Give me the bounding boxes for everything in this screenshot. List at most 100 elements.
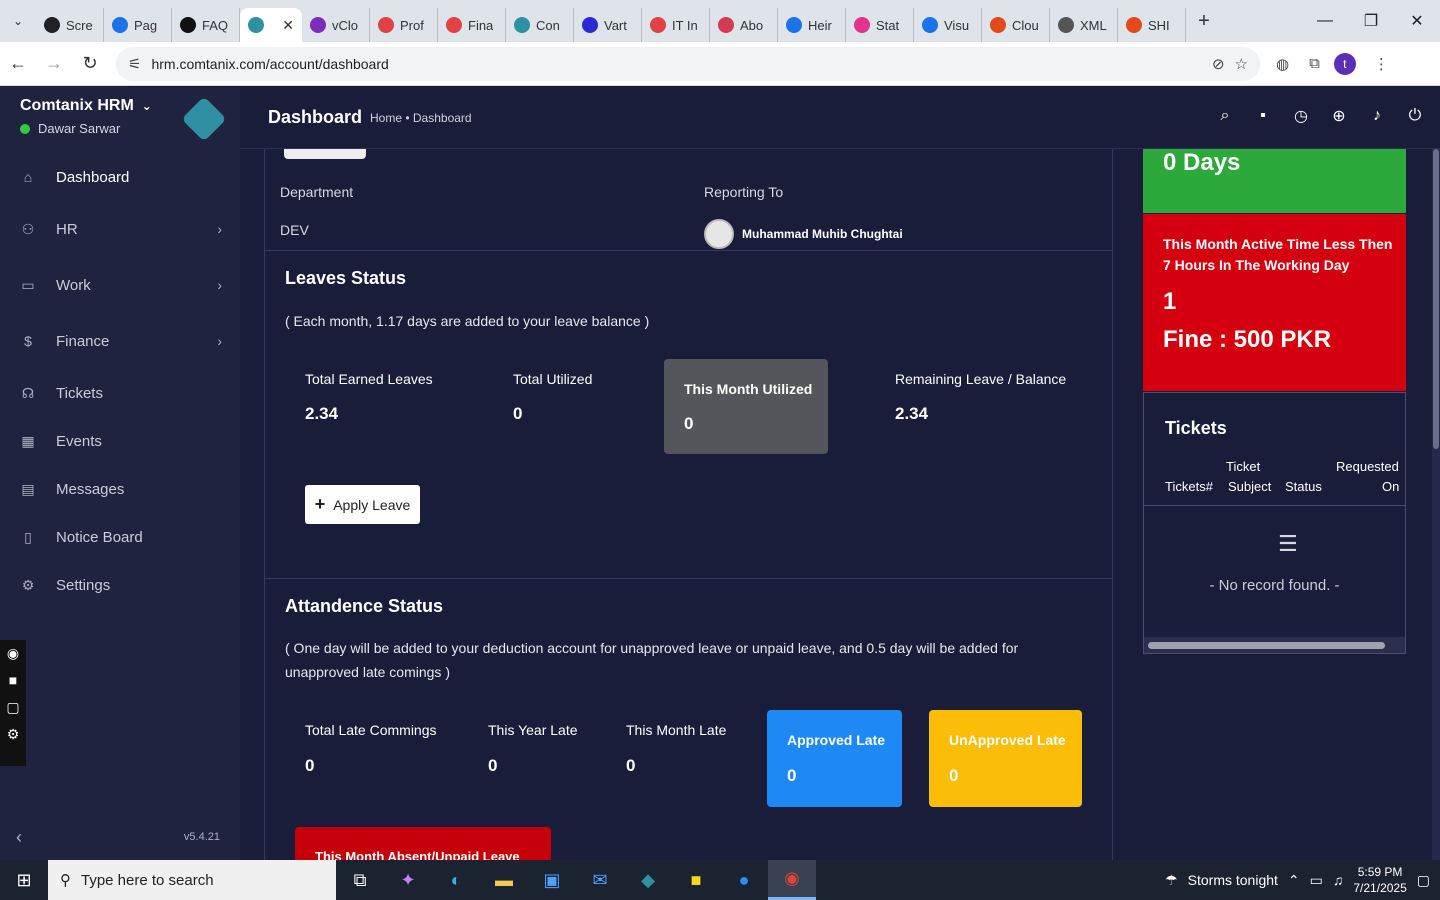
mail-icon[interactable]: ✉ <box>576 860 624 900</box>
sticky-notes-icon[interactable]: ■ <box>672 860 720 900</box>
windows-start-icon[interactable]: ⊞ <box>0 860 48 900</box>
browser-tab[interactable]: Prof <box>370 8 438 42</box>
tab-search-chevron-icon[interactable]: ⌄ <box>0 0 36 42</box>
new-tab-button[interactable]: + <box>1186 10 1222 33</box>
browser-tab[interactable]: Visu <box>914 8 982 42</box>
tab-favicon-icon <box>1126 17 1142 33</box>
restore-icon[interactable]: ❐ <box>1348 0 1394 42</box>
store-icon[interactable]: ▣ <box>528 860 576 900</box>
notes-icon[interactable]: ▪ <box>1254 107 1272 125</box>
apply-leave-button[interactable]: + Apply Leave <box>305 485 420 524</box>
sidebar-item-notice-board[interactable]: ▯ Notice Board <box>0 513 240 561</box>
chrome-icon[interactable]: ◉ <box>768 860 816 900</box>
browser-tab[interactable]: Abo <box>710 8 778 42</box>
collapse-sidebar-icon[interactable]: ‹ <box>16 827 22 848</box>
browser-tab[interactable]: FAQ <box>172 8 240 42</box>
close-window-icon[interactable]: ✕ <box>1394 0 1440 42</box>
tray-overflow-icon[interactable]: ⌃ <box>1288 872 1300 889</box>
browser-tab[interactable]: vClo <box>302 8 370 42</box>
clock-icon[interactable]: ◷ <box>1292 107 1310 125</box>
browser-tab[interactable]: Fina <box>438 8 506 42</box>
profile-avatar[interactable]: t <box>1333 52 1356 75</box>
omnibox[interactable]: ⚟ hrm.comtanix.com/account/dashboard ⊘ ☆ <box>116 46 1260 81</box>
sidebar-item-hr[interactable]: ⚇ HR › <box>0 201 240 257</box>
tickets-title: Tickets <box>1165 418 1227 438</box>
sidebar-item-dashboard[interactable]: ⌂ Dashboard <box>0 153 240 201</box>
active-time-count: 1 <box>1163 288 1177 315</box>
sidebar-item-finance[interactable]: $ Finance › <box>0 313 240 369</box>
reporting-to-person[interactable]: Muhammad Muhib Chughtai <box>704 219 903 249</box>
copilot-icon[interactable]: ✦ <box>384 860 432 900</box>
power-icon[interactable]: ⏻ <box>1406 107 1424 125</box>
browser-tab[interactable]: Clou <box>982 8 1050 42</box>
browser-tab[interactable]: Vart <box>574 8 642 42</box>
sidebar-item-tickets[interactable]: ☊ Tickets <box>0 369 240 417</box>
tab-favicon-icon <box>990 17 1006 33</box>
search-icon[interactable]: ⌕ <box>1216 107 1234 125</box>
recorder-settings-icon[interactable]: ⚙ <box>7 725 20 743</box>
breadcrumb[interactable]: Home • Dashboard <box>370 111 472 125</box>
browser-tab[interactable]: Stat <box>846 8 914 42</box>
eye-off-icon[interactable]: ⊘ <box>1212 55 1225 73</box>
scrollbar-thumb[interactable] <box>1148 642 1385 649</box>
browser-menu-icon[interactable]: ⋮ <box>1374 55 1389 73</box>
unapproved-late-value: 0 <box>949 766 959 785</box>
reporter-name: Muhammad Muhib Chughtai <box>742 227 903 241</box>
sidebar-item-settings[interactable]: ⚙ Settings <box>0 561 240 609</box>
weather-text[interactable]: Storms tonight <box>1188 872 1278 888</box>
reload-icon[interactable]: ↻ <box>72 53 108 74</box>
browser-tab[interactable]: XML <box>1050 8 1118 42</box>
close-tab-icon[interactable]: ✕ <box>282 17 294 34</box>
page-header: Dashboard Home • Dashboard ⌕ ▪ ◷ ⊕ ♪ ⏻ <box>240 87 1440 149</box>
browser-tab[interactable]: Con <box>506 8 574 42</box>
remaining-leave-label: Remaining Leave / Balance <box>895 371 1067 387</box>
sidebar-item-work[interactable]: ▭ Work › <box>0 257 240 313</box>
browser-tab[interactable]: Scre <box>36 8 104 42</box>
volume-icon[interactable]: ♫ <box>1333 872 1344 888</box>
brand-switcher[interactable]: Comtanix HRM ⌄ <box>20 97 152 115</box>
browser-tab[interactable]: ✕ <box>240 8 302 42</box>
camera-icon[interactable]: ◉ <box>7 644 19 662</box>
total-earned-label: Total Earned Leaves <box>305 371 433 387</box>
sidebar-item-events[interactable]: ▦ Events <box>0 417 240 465</box>
sidebar-item-messages[interactable]: ▤ Messages <box>0 465 240 513</box>
bell-icon[interactable]: ♪ <box>1368 107 1386 125</box>
task-view-icon[interactable]: ⧉ <box>336 860 384 900</box>
fine-amount: Fine : 500 PKR <box>1163 326 1332 353</box>
forward-icon[interactable]: → <box>36 53 72 74</box>
brand-name: Comtanix HRM <box>20 97 134 114</box>
bookmark-star-icon[interactable]: ☆ <box>1235 55 1248 73</box>
section-divider <box>264 250 1113 251</box>
file-explorer-icon[interactable]: ▬ <box>480 860 528 900</box>
network-icon[interactable]: ▭ <box>1310 872 1323 889</box>
tab-favicon-icon <box>180 17 196 33</box>
video-icon[interactable]: ■ <box>9 671 17 689</box>
comtanix-app-icon[interactable]: ◆ <box>624 860 672 900</box>
clock[interactable]: 5:59 PM 7/21/2025 <box>1353 864 1406 896</box>
gear-icon: ⚙ <box>21 576 35 593</box>
add-circle-icon[interactable]: ⊕ <box>1330 107 1348 125</box>
back-icon[interactable]: ← <box>0 53 36 74</box>
extensions-icon[interactable]: ⧉ <box>1309 55 1320 72</box>
translate-icon[interactable]: ◍ <box>1276 55 1289 73</box>
browser-tab[interactable]: Pag <box>104 8 172 42</box>
app-version: v5.4.21 <box>183 831 220 843</box>
site-info-icon[interactable]: ⚟ <box>128 55 141 73</box>
browser-tab[interactable]: SHI <box>1118 8 1186 42</box>
weather-icon[interactable]: ☂ <box>1165 872 1178 889</box>
browser-tab[interactable]: IT In <box>642 8 710 42</box>
url-text[interactable]: hrm.comtanix.com/account/dashboard <box>151 56 1202 72</box>
minimize-icon[interactable]: — <box>1302 0 1348 42</box>
window-icon[interactable]: ▢ <box>6 698 19 716</box>
edge-icon[interactable]: ◐ <box>432 860 480 900</box>
notifications-icon[interactable]: ▢ <box>1417 872 1430 889</box>
page-scrollbar-thumb[interactable] <box>1433 149 1439 449</box>
page-scrollbar[interactable] <box>1432 149 1440 860</box>
zoom-icon[interactable]: ● <box>720 860 768 900</box>
tab-favicon-icon <box>1058 17 1074 33</box>
tickets-horizontal-scrollbar[interactable] <box>1144 637 1405 653</box>
clock-time: 5:59 PM <box>1357 865 1403 879</box>
browser-tab[interactable]: Heir <box>778 8 846 42</box>
taskbar-search[interactable]: ⚲ Type here to search <box>48 860 336 900</box>
app-logo-icon[interactable] <box>181 96 227 142</box>
